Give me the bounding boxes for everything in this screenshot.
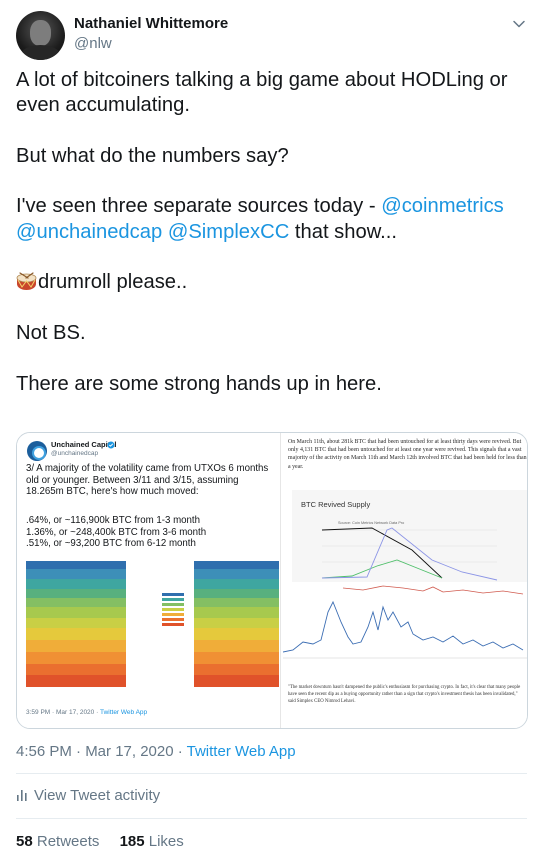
tweet-paragraph: Not BS. [16,321,86,344]
timestamp-text[interactable]: 4:56 PM · Mar 17, 2020 · [16,743,187,760]
utxo-age-bands-chart-2 [194,561,279,687]
tweet-paragraph: There are some strong hands up in here. [16,372,382,395]
tweet-paragraph: drumroll please.. [16,270,526,295]
mention-link-coinmetrics[interactable]: @coinmetrics [381,195,504,217]
quoted-tweet-time: 3:59 PM · Mar 17, 2020 · Twitter Web App [26,709,148,716]
tweet-text-segment: drumroll please.. [38,271,188,294]
revived-supply-lines [321,527,498,581]
quoted-stat-line: .64%, or ~116,900k BTC from 1-3 month [26,515,201,526]
unchained-logo-icon [27,441,47,461]
verified-badge-icon [107,441,115,449]
tweet-paragraph: A lot of bitcoiners talking a big game a… [16,69,508,117]
divider [16,773,527,774]
tweet-text-segment: that show... [289,220,398,243]
tweet-paragraph: But what do the numbers say? [16,144,289,167]
tweet-text: A lot of bitcoiners talking a big game a… [16,68,526,422]
chevron-down-icon[interactable] [511,16,527,32]
tweet-paragraph: I've seen three separate sources today -… [16,194,526,245]
author-handle[interactable]: @nlw [74,35,112,52]
article-screenshot: On March 11th, about 281k BTC that had b… [280,433,527,728]
author-name[interactable]: Nathaniel Whittemore [74,15,228,32]
bar-chart-icon [17,790,27,801]
avatar-face [30,20,51,46]
price-line-chart [283,585,527,659]
utxo-age-bands-chart [26,561,126,687]
likes-stat[interactable]: 185 Likes [120,833,184,850]
engagement-stats: 58 Retweets 185 Likes [16,833,200,850]
mention-link-unchainedcap[interactable]: @unchainedcap [16,221,162,243]
quoted-author-handle: @unchainedcap [51,450,99,457]
avatar[interactable] [16,11,65,60]
drum-icon [16,272,37,291]
quoted-stat-line: 1.36%, or ~248,400k BTC from 3-6 month [26,526,207,538]
tweet-detail: Nathaniel Whittemore @nlw A lot of bitco… [0,0,543,867]
quoted-tweet-text: 3/ A majority of the volatility came fro… [26,463,269,498]
tweet-text-segment: I've seen three separate sources today - [16,195,382,218]
bands-legend [162,593,184,628]
retweets-stat[interactable]: 58 Retweets [16,833,99,850]
tweet-timestamp: 4:56 PM · Mar 17, 2020 · Twitter Web App [16,743,296,760]
view-tweet-activity-link[interactable]: View Tweet activity [16,787,160,804]
source-app-link[interactable]: Twitter Web App [187,743,296,760]
quoted-tweet-stats: .64%, or ~116,900k BTC from 1-3 month 1.… [26,515,276,550]
activity-label: View Tweet activity [34,787,161,804]
quoted-tweet-screenshot: Unchained Capital @unchainedcap 3/ A maj… [17,433,279,728]
mention-link-simplexcc[interactable]: @SimplexCC [168,221,289,243]
divider [16,818,527,819]
article-text: On March 11th, about 281k BTC that had b… [288,439,527,470]
revived-supply-chart: BTC Revived Supply Source: Coin Metrics … [292,490,527,582]
avatar-shoulders [20,45,61,60]
article-quote: "The market downturn hasn't dampened the… [288,685,521,704]
quoted-stat-line: .51%, or ~93,200 BTC from 6-12 month [26,538,196,550]
attached-image[interactable]: Unchained Capital @unchainedcap 3/ A maj… [16,432,528,729]
